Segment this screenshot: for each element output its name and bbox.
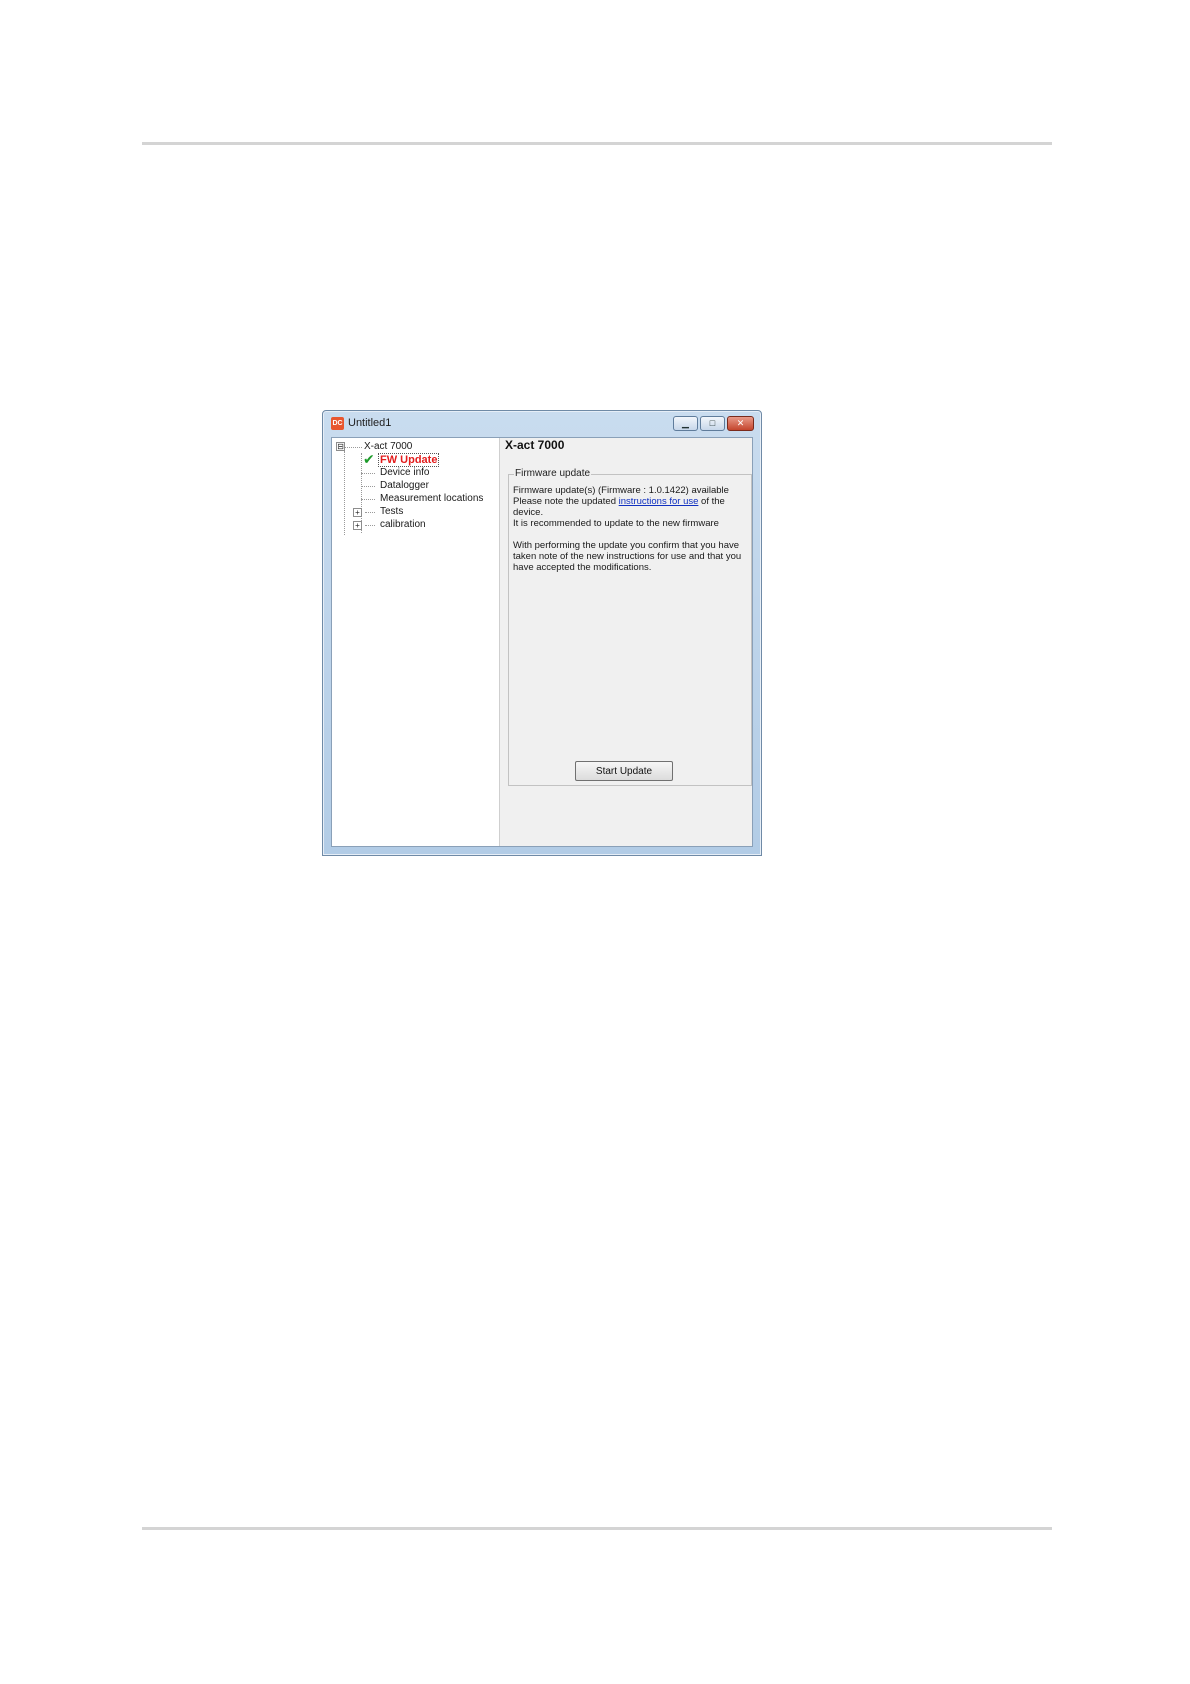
navigation-tree[interactable]: ⊟ X-act 7000 ✔ FW Update Device info Dat… [332, 438, 500, 846]
tree-connector [361, 486, 375, 487]
instructions-link[interactable]: instructions for use [619, 496, 699, 507]
message-line: It is recommended to update to the new f… [513, 518, 719, 529]
app-icon: DC [331, 417, 344, 430]
message-text: of the [698, 496, 725, 507]
group-label: Firmware update [514, 468, 592, 479]
expand-icon[interactable]: + [353, 508, 362, 517]
firmware-update-message: Firmware update(s) (Firmware : 1.0.1422)… [513, 485, 745, 573]
tree-item-device-info[interactable]: Device info [380, 467, 429, 479]
tree-item-fw-update[interactable]: FW Update [378, 453, 440, 467]
collapse-icon[interactable]: ⊟ [336, 442, 345, 451]
tree-item-measurement-locations[interactable]: Measurement locations [380, 493, 483, 505]
checkmark-icon: ✔ [363, 451, 375, 467]
tree-item-datalogger[interactable]: Datalogger [380, 480, 429, 492]
expand-icon[interactable]: + [353, 521, 362, 530]
tree-item-calibration[interactable]: calibration [380, 519, 426, 531]
message-line: taken note of the new instructions for u… [513, 551, 742, 562]
message-line: Firmware update(s) (Firmware : 1.0.1422)… [513, 485, 729, 496]
minimize-button[interactable]: ▁ [673, 416, 698, 431]
maximize-button[interactable]: □ [700, 416, 725, 431]
tree-connector [365, 512, 375, 513]
tree-connector [365, 525, 375, 526]
page-bottom-rule [142, 1527, 1052, 1530]
tree-connector [361, 499, 375, 500]
application-window: DC Untitled1 ▁ □ ✕ ⊟ X-act 7000 ✔ FW Upd… [322, 410, 762, 856]
tree-item-tests[interactable]: Tests [380, 506, 403, 518]
message-line: With performing the update you confirm t… [513, 540, 740, 551]
close-button[interactable]: ✕ [727, 416, 754, 431]
firmware-update-group: Firmware update Firmware update(s) (Firm… [508, 468, 752, 786]
message-line: device. [513, 507, 544, 518]
page-top-rule [142, 142, 1052, 145]
tree-connector [344, 447, 362, 448]
message-text: Please note the updated [513, 496, 619, 507]
tree-connector [361, 473, 375, 474]
panel-title: X-act 7000 [505, 438, 565, 452]
window-title: Untitled1 [348, 417, 392, 429]
tree-connector [344, 451, 345, 535]
start-update-button[interactable]: Start Update [575, 761, 673, 781]
title-bar[interactable]: DC Untitled1 ▁ □ ✕ [323, 411, 761, 437]
message-line: have accepted the modifications. [513, 562, 652, 573]
message-line: Please note the updated instructions for… [513, 496, 745, 507]
window-client-area: ⊟ X-act 7000 ✔ FW Update Device info Dat… [331, 437, 753, 847]
